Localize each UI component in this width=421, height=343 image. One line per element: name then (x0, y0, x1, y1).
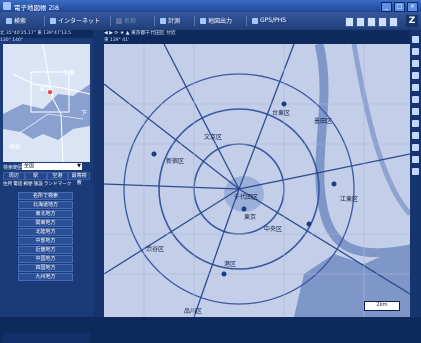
main-map[interactable]: 新宿区 文京区 千代田区 台東区 墨田区 江東区 中央区 港区 渋谷区 品川区 … (104, 44, 410, 317)
search-type-tabs: 住所 電話 郵便 施設 ランドマーク (3, 181, 90, 189)
zoom-in-icon[interactable] (412, 36, 419, 43)
print-icon (200, 17, 206, 24)
zoom-out-icon[interactable] (412, 48, 419, 55)
list-item[interactable]: 関東地方 (18, 219, 73, 227)
name-icon (116, 17, 122, 24)
list-item[interactable]: 中部地方 (18, 237, 73, 245)
measure-button[interactable]: 計測 (160, 15, 180, 26)
search-icon (6, 17, 12, 24)
list-item[interactable]: 中国地方 (18, 255, 73, 263)
map-label: 台東区 (272, 110, 291, 117)
map-label: 新宿区 (166, 158, 185, 165)
map-label: 中央区 (264, 226, 283, 233)
map-coordinate: 東 139° 41' (104, 38, 130, 43)
map-label: 港区 (224, 261, 237, 268)
overview-label-tokyo: 東京 (39, 86, 52, 93)
app-logo: Z (406, 15, 418, 27)
internet-button[interactable]: インターネット (50, 15, 100, 26)
main-toolbar: 検索 インターネット 名称 計測 地図出力 GPS/PHS Z (0, 12, 421, 31)
tab-postal[interactable]: 郵便 (23, 181, 32, 189)
window-title: 電子地図帳 Zi8 (14, 4, 59, 12)
layout-icon[interactable] (389, 17, 398, 27)
tab-facility[interactable]: 施設 (34, 181, 43, 189)
coordinate-readout: 北 35°40'25.17" 東 139°47'13.5 (0, 30, 93, 38)
right-toolbar (410, 30, 421, 317)
rotate-icon[interactable] (412, 108, 419, 115)
close-button[interactable]: × (407, 2, 418, 12)
search-range-label: 検索範囲 (3, 165, 24, 171)
gps-icon (252, 17, 258, 24)
toolbar-separator (194, 16, 195, 26)
marker-icon[interactable] (412, 84, 419, 91)
toolbar-separator (110, 16, 111, 26)
tab-nearby[interactable]: 周辺 (3, 172, 25, 180)
map-output-button[interactable]: 地図出力 (200, 15, 232, 26)
print-icon[interactable] (412, 120, 419, 127)
map-label: 墨田区 (314, 118, 333, 125)
map-label: 東京 (244, 214, 257, 221)
map-label: 品川区 (184, 308, 203, 315)
view-icon[interactable] (412, 156, 419, 163)
gps-button[interactable]: GPS/PHS (252, 15, 286, 26)
overview-label-shimo: 下 (81, 110, 88, 117)
map-label: 渋谷区 (146, 246, 165, 253)
tab-airport[interactable]: 空港 (46, 172, 69, 180)
tab-station[interactable]: 駅 (24, 172, 47, 180)
overview-map[interactable]: 東京 千葉 神奈 下 (3, 44, 90, 162)
search-button[interactable]: 検索 (6, 15, 26, 26)
list-item[interactable]: 名所で検索 (18, 192, 73, 200)
search-tabs: 周辺 駅 空港 最寄検索 (3, 172, 90, 186)
app-icon (3, 2, 11, 10)
settings-icon[interactable] (412, 144, 419, 151)
chevron-down-icon: ▼ (77, 163, 81, 169)
page-icon[interactable] (345, 17, 354, 27)
window-icon[interactable] (378, 17, 387, 27)
list-item[interactable]: 東北地方 (18, 210, 73, 218)
tab-landmark[interactable]: ランドマーク (44, 181, 72, 189)
copy-icon[interactable] (356, 17, 365, 27)
search-range-select[interactable]: 全国 ▼ (22, 163, 82, 170)
tab-address[interactable]: 住所 (3, 181, 12, 189)
grid-icon[interactable] (412, 168, 419, 175)
left-panel-footer (3, 333, 90, 343)
toolbar-separator (44, 16, 45, 26)
bookmark-icon[interactable] (412, 132, 419, 139)
list-item[interactable]: 九州地方 (18, 273, 73, 281)
list-item[interactable]: 近畿地方 (18, 246, 73, 254)
region-list: 名所で検索 北海道地方 東北地方 関東地方 北陸地方 中部地方 近畿地方 中国地… (18, 192, 73, 282)
left-panel: 北 35°40'25.17" 東 139°47'13.5 130° 140° 東… (0, 30, 93, 343)
maximize-button[interactable]: □ (394, 2, 405, 12)
list-item[interactable]: 四国地方 (18, 264, 73, 272)
panel-splitter[interactable] (93, 30, 104, 317)
map-graphic (104, 44, 410, 317)
name-button[interactable]: 名称 (116, 15, 136, 26)
route-icon[interactable] (412, 72, 419, 79)
ruler-icon[interactable] (412, 96, 419, 103)
minimize-button[interactable]: _ (381, 2, 392, 12)
overview-label-chiba: 千葉 (63, 70, 76, 77)
tab-phone[interactable]: 電話 (13, 181, 22, 189)
list-item[interactable]: 北陸地方 (18, 228, 73, 236)
tab-nearest-search[interactable]: 最寄検索 (68, 172, 90, 186)
scale-bar: 2km (364, 301, 400, 311)
map-label: 千代田区 (234, 194, 259, 201)
list-icon[interactable] (367, 17, 376, 27)
layer-icon[interactable] (412, 60, 419, 67)
list-item[interactable]: 北海道地方 (18, 201, 73, 209)
map-label: 江東区 (340, 196, 359, 203)
map-nav-bar: ◀ ▶ ⟳ ★ ▲ 東京都千代田区 付近 (104, 30, 410, 38)
toolbar-separator (154, 16, 155, 26)
measure-icon (160, 17, 166, 24)
overview-label-kanagawa: 神奈 (9, 144, 22, 151)
globe-icon (50, 17, 56, 24)
toolbar-separator (246, 16, 247, 26)
map-location-text: ◀ ▶ ⟳ ★ ▲ 東京都千代田区 付近 (104, 31, 176, 36)
map-label: 文京区 (204, 134, 223, 141)
